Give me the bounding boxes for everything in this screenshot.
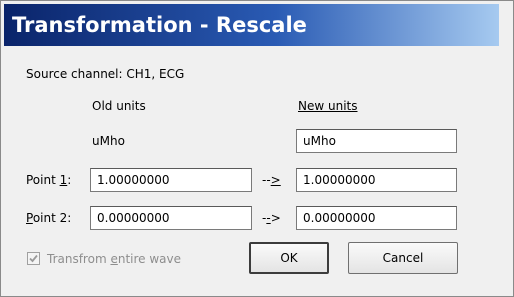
point2-label-post: oint 2: [32,211,72,225]
source-channel-value: CH1, ECG [126,67,185,81]
point1-arrow-pre: -- [262,173,271,187]
point1-label: Point 1: [26,173,71,187]
point2-label-acc: P [26,211,33,225]
point1-arrow-acc: > [270,173,281,187]
point1-old-input[interactable]: 1.00000000 [90,168,252,192]
point1-arrow: --> [262,173,281,187]
old-units-value: uMho [92,134,125,148]
checkmark-icon [29,254,38,263]
new-units-input[interactable]: uMho [296,129,457,153]
point2-old-input[interactable]: 0.00000000 [90,206,252,230]
new-units-header-text: New units [298,99,358,113]
transform-entire-label-post: ntire wave [117,252,182,266]
transform-entire-label-pre: Transfrom [47,252,111,266]
point2-arrow-post: > [270,211,281,225]
point2-arrow: --> [262,211,281,225]
dialog-title: Transformation - Rescale [4,4,499,46]
old-units-header: Old units [92,99,146,113]
point1-new-input[interactable]: 1.00000000 [296,168,457,192]
ok-button[interactable]: OK [249,242,329,274]
point2-label: Point 2: [26,211,71,225]
transform-entire-label-acc: e [110,252,118,266]
transform-entire-checkbox[interactable] [27,252,40,265]
point1-label-pre: Point [26,173,60,187]
new-units-header: New units [298,99,358,113]
cancel-button[interactable]: Cancel [348,242,458,274]
transform-entire-label: Transfrom entire wave [47,252,181,266]
point1-label-post: : [67,173,72,187]
source-channel-label: Source channel: [26,67,123,81]
point2-new-input[interactable]: 0.00000000 [296,206,457,230]
rescale-dialog: Transformation - Rescale Source channel:… [0,0,514,297]
source-channel: Source channel: CH1, ECG [26,67,184,81]
